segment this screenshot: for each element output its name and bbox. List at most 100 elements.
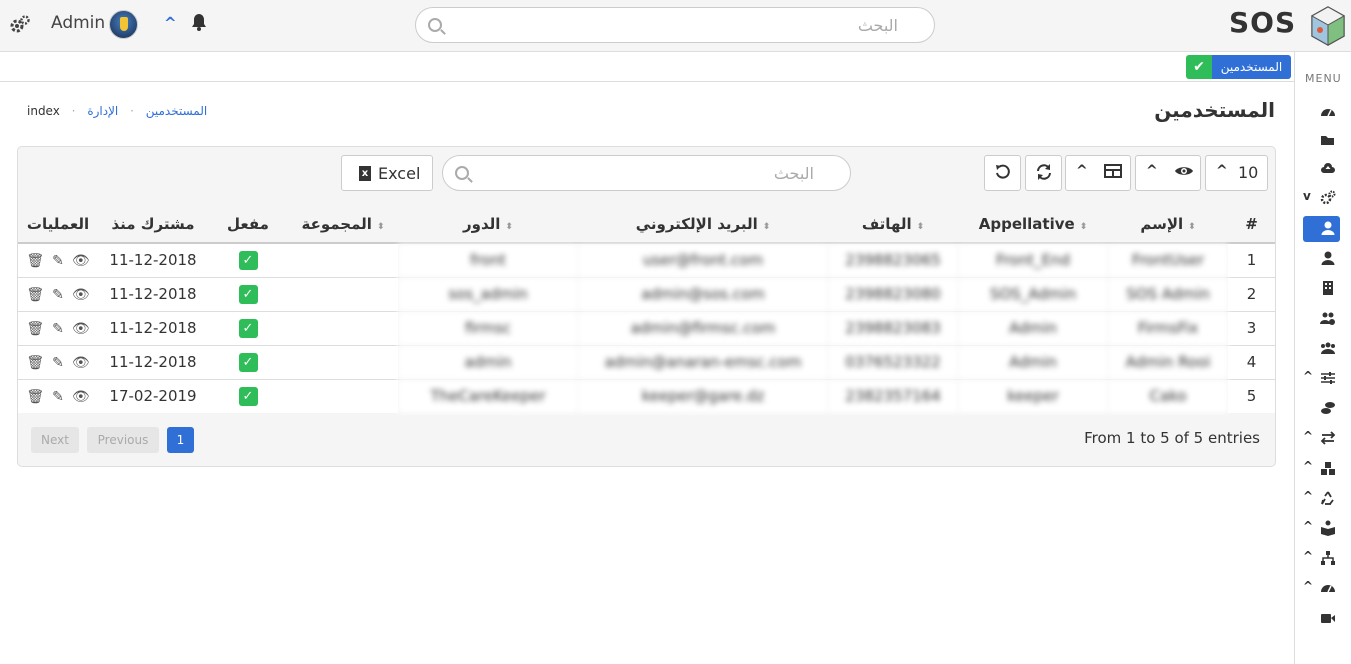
nav-hierarchy[interactable]: ^ bbox=[1303, 546, 1340, 572]
active-checkbox[interactable]: ✓ bbox=[238, 387, 258, 407]
view-eye-icon[interactable]: 👁 bbox=[72, 389, 90, 405]
edit-pencil-icon[interactable]: ✎ bbox=[52, 389, 64, 405]
col-role[interactable]: الدور ⬍ bbox=[398, 205, 578, 244]
visibility-toggle-button[interactable]: ^ bbox=[1135, 155, 1201, 191]
trash-icon[interactable]: 🗑 bbox=[26, 287, 44, 303]
nav-stock[interactable]: ^ bbox=[1303, 456, 1340, 482]
refresh-button[interactable] bbox=[1025, 155, 1062, 191]
page-1-button[interactable]: 1 bbox=[167, 427, 194, 453]
breadcrumb-admin-link[interactable]: الإدارة bbox=[87, 104, 118, 118]
edit-pencil-icon[interactable]: ✎ bbox=[52, 253, 64, 269]
columns-toggle-button[interactable]: ^ bbox=[1065, 155, 1131, 191]
col-active[interactable]: مفعل bbox=[208, 205, 288, 244]
previous-page-button[interactable]: Previous bbox=[87, 427, 159, 453]
chevron-up-icon: ^ bbox=[1303, 549, 1314, 563]
side-menu: MENU v ^ ^ ^ ^ ^ ^ ^ bbox=[1294, 52, 1351, 664]
nav-settings[interactable]: v bbox=[1303, 186, 1340, 212]
trash-icon[interactable]: 🗑 bbox=[26, 253, 44, 269]
eye-icon bbox=[1174, 163, 1194, 183]
users-tag-label: المستخدمين bbox=[1212, 55, 1291, 79]
cell-active[interactable]: ✓ bbox=[208, 311, 288, 346]
trash-icon[interactable]: 🗑 bbox=[26, 355, 44, 371]
cell-since: 11-12-2018 bbox=[98, 277, 208, 312]
nav-upload[interactable] bbox=[1303, 156, 1340, 182]
user-name[interactable]: Admin bbox=[51, 13, 105, 33]
edit-pencil-icon[interactable]: ✎ bbox=[52, 355, 64, 371]
nav-groups[interactable] bbox=[1303, 336, 1340, 362]
nav-user-settings[interactable] bbox=[1303, 306, 1340, 332]
active-checkbox[interactable]: ✓ bbox=[238, 285, 258, 304]
col-since[interactable]: مشترك منذ bbox=[98, 205, 208, 244]
cell-active[interactable]: ✓ bbox=[208, 345, 288, 380]
edit-pencil-icon[interactable]: ✎ bbox=[52, 321, 64, 337]
col-name[interactable]: الإسم ⬍ bbox=[1108, 205, 1228, 244]
cell-appellative: Front_End bbox=[958, 243, 1108, 278]
top-bar: Admin ^ البحث SOS bbox=[0, 0, 1351, 52]
user-tie-icon bbox=[1320, 250, 1336, 266]
col-appellative[interactable]: Appellative ⬍ bbox=[958, 205, 1108, 244]
view-eye-icon[interactable]: 👁 bbox=[72, 253, 90, 269]
settings-gear-icon[interactable] bbox=[9, 14, 31, 36]
cell-active[interactable]: ✓ bbox=[208, 379, 288, 413]
avatar[interactable] bbox=[109, 10, 138, 39]
col-group[interactable]: المجموعة ⬍ bbox=[288, 205, 398, 244]
chevron-up-icon: ^ bbox=[1146, 163, 1158, 179]
building-icon bbox=[1320, 280, 1336, 296]
view-eye-icon[interactable]: 👁 bbox=[72, 321, 90, 337]
nav-monitor[interactable]: ^ bbox=[1303, 576, 1340, 602]
sort-icon: ⬍ bbox=[762, 221, 771, 232]
excel-label: Excel bbox=[378, 164, 421, 183]
reset-button[interactable] bbox=[984, 155, 1021, 191]
cell-email: admin@firmsc.com bbox=[578, 311, 828, 346]
page-size-select[interactable]: ^ 10 bbox=[1205, 155, 1268, 191]
cell-role: sos_admin bbox=[398, 277, 578, 312]
nav-dashboard[interactable] bbox=[1303, 100, 1340, 126]
global-search-input[interactable]: البحث bbox=[415, 7, 935, 43]
col-index: # bbox=[1228, 205, 1275, 244]
cell-group bbox=[288, 243, 398, 278]
cell-appellative: SOS_Admin bbox=[958, 277, 1108, 312]
sort-icon: ⬍ bbox=[505, 221, 513, 232]
view-eye-icon[interactable]: 👁 bbox=[72, 287, 90, 303]
active-checkbox[interactable]: ✓ bbox=[238, 251, 258, 271]
nav-video[interactable] bbox=[1303, 606, 1340, 632]
nav-steps[interactable] bbox=[1303, 396, 1340, 422]
folder-open-icon bbox=[1320, 132, 1336, 148]
chevron-up-icon: ^ bbox=[1303, 429, 1314, 443]
cell-email: admin@anaran-emsc.com bbox=[578, 345, 828, 380]
col-email[interactable]: البريد الإلكتروني ⬍ bbox=[578, 205, 828, 244]
cell-phone: 2398823065 bbox=[828, 243, 958, 278]
view-eye-icon[interactable]: 👁 bbox=[72, 355, 90, 371]
nav-files[interactable] bbox=[1303, 128, 1340, 154]
nav-recycle[interactable]: ^ bbox=[1303, 486, 1340, 512]
edit-pencil-icon[interactable]: ✎ bbox=[52, 287, 64, 303]
cloud-upload-icon bbox=[1320, 160, 1336, 176]
active-checkbox[interactable]: ✓ bbox=[238, 353, 258, 372]
active-checkbox[interactable]: ✓ bbox=[238, 319, 258, 338]
nav-filters[interactable]: ^ bbox=[1303, 366, 1340, 392]
nav-building[interactable] bbox=[1303, 276, 1340, 302]
nav-transfers[interactable]: ^ bbox=[1303, 426, 1340, 452]
nav-reading[interactable]: ^ bbox=[1303, 516, 1340, 542]
cell-role: TheCareKeeper bbox=[398, 379, 578, 413]
cell-name: SOS Admin bbox=[1108, 277, 1228, 312]
cell-phone: 0376523322 bbox=[828, 345, 958, 380]
col-ops: العمليات bbox=[18, 205, 98, 244]
nav-users[interactable] bbox=[1303, 216, 1340, 242]
trash-icon[interactable]: 🗑 bbox=[26, 321, 44, 337]
sitemap-icon bbox=[1320, 550, 1336, 566]
trash-icon[interactable]: 🗑 bbox=[26, 389, 44, 405]
breadcrumb-current: index bbox=[27, 104, 60, 118]
users-tag-button[interactable]: ✔ المستخدمين bbox=[1186, 55, 1291, 79]
col-phone[interactable]: الهاتف ⬍ bbox=[828, 205, 958, 244]
chevron-up-icon: ^ bbox=[1076, 163, 1088, 179]
nav-user-roles[interactable] bbox=[1303, 246, 1340, 272]
table-search-input[interactable]: البحث bbox=[442, 155, 851, 191]
cell-active[interactable]: ✓ bbox=[208, 243, 288, 278]
cell-active[interactable]: ✓ bbox=[208, 277, 288, 312]
bell-icon[interactable] bbox=[191, 13, 207, 36]
chevron-up-icon[interactable]: ^ bbox=[164, 14, 177, 32]
next-page-button[interactable]: Next bbox=[31, 427, 79, 453]
excel-export-button[interactable]: x Excel bbox=[341, 155, 433, 191]
breadcrumb-users-link[interactable]: المستخدمين bbox=[146, 104, 207, 118]
